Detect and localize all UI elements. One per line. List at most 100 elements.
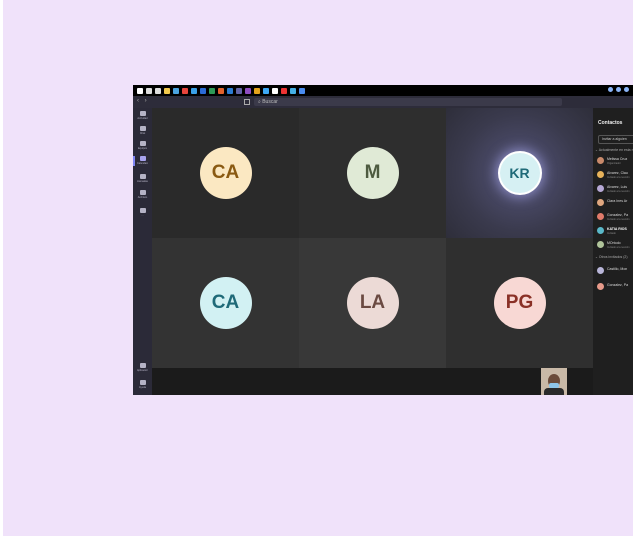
sidebar-item-files[interactable]: Archivos <box>137 190 148 199</box>
participant-tile[interactable]: LA <box>299 238 446 368</box>
task-view-icon[interactable] <box>155 87 161 94</box>
compose-icon[interactable] <box>244 99 250 105</box>
participant-avatar: LA <box>346 277 399 329</box>
participant-avatar: PG <box>493 277 546 329</box>
file-icon <box>139 190 146 195</box>
tray-icon[interactable] <box>608 87 613 92</box>
photos-icon[interactable] <box>290 87 296 94</box>
sidebar-item-label: Chat <box>139 132 146 135</box>
participant-list-item[interactable]: Gonzalez, Pa Invitado a la reunión <box>597 212 633 222</box>
participant-list-item[interactable]: Gonzalez, Pa <box>597 282 633 292</box>
participant-role: Invitado a la reunión <box>607 245 630 249</box>
teams-icon <box>139 141 146 146</box>
file-explorer-icon[interactable] <box>164 87 170 94</box>
excel-icon[interactable] <box>209 87 215 94</box>
avatar <box>597 199 604 206</box>
avatar <box>597 267 604 274</box>
participant-name: Castillo, Mon <box>607 267 628 271</box>
apps-icon <box>139 363 146 368</box>
participant-name: KATIA RIOS <box>607 227 627 231</box>
participant-list-item[interactable]: Alvarez, Clau Invitado a la reunión <box>597 170 633 180</box>
search-input[interactable]: ⌕ Buscar <box>254 98 562 106</box>
participant-list-item[interactable]: Alvarez, Luis Invitado a la reunión <box>597 184 633 194</box>
more-icon <box>139 208 146 213</box>
participant-list-item[interactable]: Castillo, Mon <box>597 266 633 276</box>
camera-icon[interactable] <box>272 87 278 94</box>
avatar <box>597 227 604 234</box>
participant-tile[interactable]: CA <box>152 108 299 238</box>
sidebar-item-more[interactable]: ... <box>137 208 148 217</box>
chrome-icon[interactable] <box>182 87 188 94</box>
nav-arrows[interactable]: ‹ › <box>137 98 149 104</box>
word-icon[interactable] <box>200 87 206 94</box>
windows-start-icon[interactable] <box>137 87 143 94</box>
participant-name: MOrtodo <box>607 241 621 245</box>
sidebar-item-calendar[interactable]: Calendario <box>133 156 148 166</box>
participant-tile[interactable]: M <box>299 108 446 238</box>
bell-icon <box>139 111 146 116</box>
sidebar-item-help[interactable]: Ayuda <box>137 380 148 389</box>
outlook-icon[interactable] <box>227 87 233 94</box>
sidebar-item-label: Archivos <box>137 196 148 199</box>
participant-name: Gonzalez, Pa <box>607 213 629 217</box>
participant-tile[interactable]: PG <box>446 238 593 368</box>
participant-tile[interactable]: KR <box>446 108 593 238</box>
phone-icon <box>139 174 146 179</box>
edge-icon[interactable] <box>191 87 197 94</box>
participant-list-item[interactable]: Clara Ines Ar <box>597 198 633 208</box>
search-placeholder: Buscar <box>262 99 278 105</box>
avatar <box>597 157 604 164</box>
sidebar-item-teams[interactable]: Equipos <box>137 141 148 150</box>
tray-icon[interactable] <box>616 87 621 92</box>
participant-name: Gonzalez, Pa <box>607 283 629 287</box>
powerpoint-icon[interactable] <box>218 87 224 94</box>
pdf-icon[interactable] <box>281 87 287 94</box>
self-video-preview[interactable] <box>541 368 567 395</box>
sidebar-item-apps[interactable]: Aplicaciones <box>137 363 148 372</box>
chat-icon <box>139 126 146 131</box>
invite-button[interactable]: Invitar a alguien <box>598 135 633 144</box>
sidebar-item-chat[interactable]: Chat <box>137 126 148 135</box>
participant-list-item[interactable]: Melissa Cruz Organizador <box>597 156 633 166</box>
store-icon[interactable] <box>173 87 179 94</box>
participant-avatar: CA <box>199 147 252 199</box>
participant-name: Melissa Cruz <box>607 157 628 161</box>
windows-taskbar <box>133 85 633 96</box>
participant-tile[interactable]: CA <box>152 238 299 368</box>
sidebar-item-calls[interactable]: Llamadas <box>137 174 148 183</box>
participant-list-item[interactable]: KATIA RIOS Invitado <box>597 226 633 236</box>
participants-panel: Contactos Invitar a alguien ⌄ Actualment… <box>593 108 633 395</box>
participant-avatar: KR <box>499 153 540 193</box>
app-icon[interactable] <box>299 87 305 94</box>
participant-role: Invitado a la reunión <box>607 189 630 193</box>
panel-section-header[interactable]: ⌄ Actualmente en esta reunión <box>595 148 633 152</box>
sidebar-item-activity[interactable]: Actividad <box>137 111 148 120</box>
avatar <box>597 171 604 178</box>
avatar <box>597 241 604 248</box>
tray-icon[interactable] <box>624 87 629 92</box>
participant-role: Invitado <box>607 231 616 235</box>
app-icon[interactable] <box>254 87 260 94</box>
sidebar-item-label: Calendario <box>137 162 148 165</box>
participants-grid: CA M KR CA LA PG <box>152 108 593 368</box>
participant-role: Invitado a la reunión <box>607 175 630 179</box>
participant-name: Alvarez, Clau <box>607 171 628 175</box>
participant-name: Clara Ines Ar <box>607 199 628 203</box>
sidebar-item-label: Aplicaciones <box>137 369 148 372</box>
sidebar-item-label: ... <box>141 214 144 217</box>
avatar <box>597 185 604 192</box>
avatar <box>597 213 604 220</box>
sidebar-item-label: Actividad <box>137 117 148 120</box>
onenote-icon[interactable] <box>245 87 251 94</box>
participant-list-item[interactable]: MOrtodo Invitado a la reunión <box>597 240 633 250</box>
sidebar-item-label: Ayuda <box>138 386 147 389</box>
panel-section-header[interactable]: ⌄ Otros invitados (2) <box>595 255 628 259</box>
sidebar-item-label: Equipos <box>137 147 148 150</box>
search-icon[interactable] <box>146 87 152 94</box>
participant-role: Organizador <box>607 161 621 165</box>
app-icon[interactable] <box>263 87 269 94</box>
system-tray[interactable] <box>608 87 629 92</box>
sidebar-item-label: Llamadas <box>137 180 148 183</box>
teams-icon[interactable] <box>236 87 242 94</box>
screen-capture: ‹ › ⌕ Buscar Actividad Chat Equipos Calenda… <box>133 85 633 395</box>
